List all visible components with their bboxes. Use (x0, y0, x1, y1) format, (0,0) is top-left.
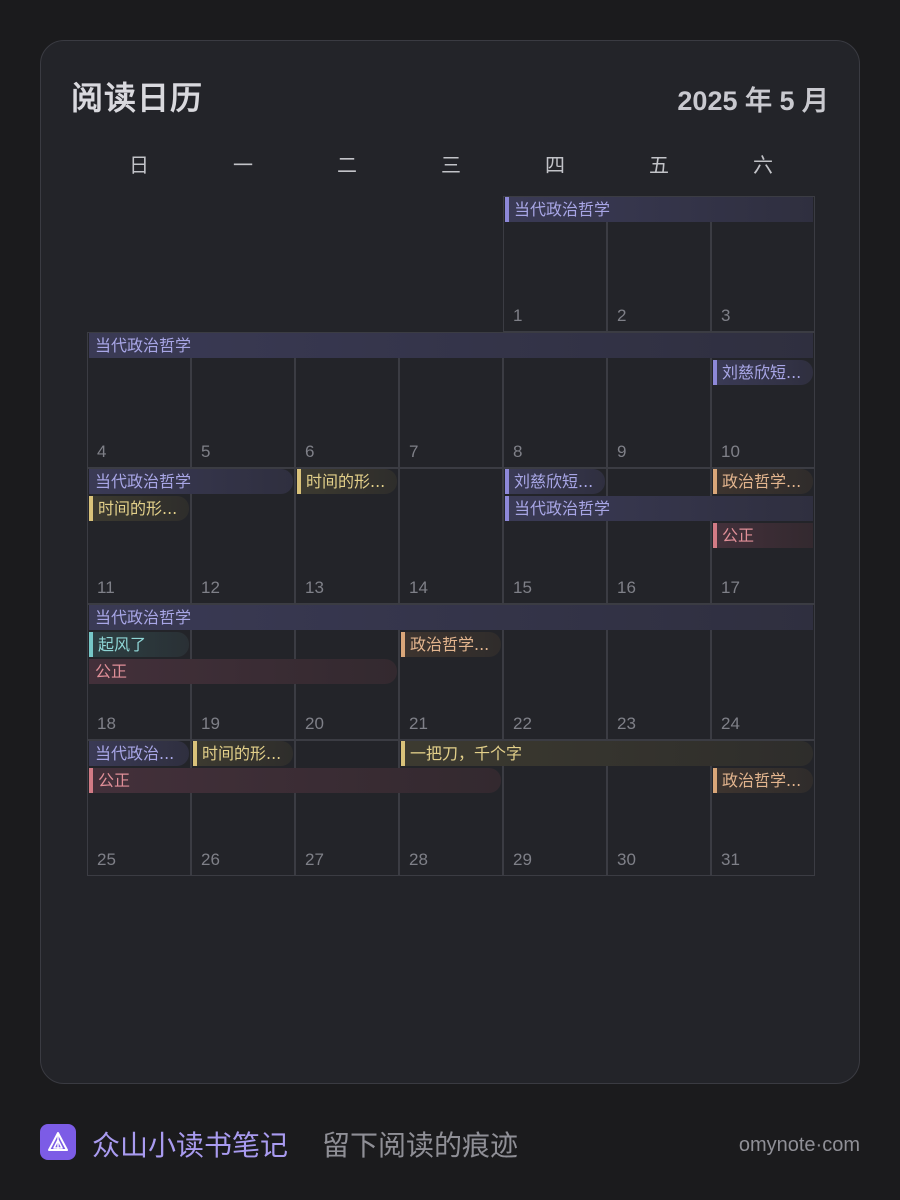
mountain-icon (40, 1124, 76, 1160)
reading-event-bar[interactable]: 当代政治... (89, 741, 189, 766)
calendar-day-cell[interactable]: 16 (607, 468, 711, 604)
reading-event-bar[interactable]: 起风了 (89, 632, 189, 657)
day-number: 6 (305, 442, 315, 461)
day-number: 16 (617, 578, 636, 597)
calendar-grid: 1 2 3 4 5 6 7 8 9 10 11 12 13 14 15 16 17 18 19 20 21 22 23 24 2… (87, 196, 815, 876)
day-number: 29 (513, 850, 532, 869)
day-number: 9 (617, 442, 627, 461)
footer-slogan: 留下阅读的痕迹 (322, 1129, 519, 1162)
day-number: 20 (305, 714, 324, 733)
day-number: 28 (409, 850, 428, 869)
day-number: 23 (617, 714, 636, 733)
weekday-label: 日 (129, 153, 149, 177)
weekday-label: 六 (753, 153, 773, 177)
reading-event-bar[interactable]: 时间的形... (297, 469, 397, 494)
day-number: 31 (721, 850, 740, 869)
day-number: 21 (409, 714, 428, 733)
day-number: 22 (513, 714, 532, 733)
day-number: 11 (97, 578, 115, 597)
reading-event-bar[interactable]: 当代政治哲学 (89, 605, 813, 630)
day-number: 27 (305, 850, 324, 869)
reading-event-bar[interactable]: 公正 (89, 768, 501, 793)
reading-event-bar[interactable]: 当代政治哲学 (89, 469, 293, 494)
footer-brand: 众山小读书笔记 (92, 1129, 289, 1162)
day-number: 5 (201, 442, 211, 461)
calendar-card: 阅读日历 2025 年 5 月 日一二三四五六 1 2 3 4 5 6 7 8 9 10 11 12 1… (40, 40, 860, 1084)
weekday-label: 四 (545, 153, 565, 177)
day-number: 10 (721, 442, 740, 461)
reading-event-bar[interactable]: 时间的形... (89, 496, 189, 521)
reading-event-bar[interactable]: 一把刀，千个字 (401, 741, 813, 766)
reading-event-bar[interactable]: 公正 (713, 523, 813, 548)
reading-event-bar[interactable]: 刘慈欣短... (713, 360, 813, 385)
calendar-month-label: 2025 年 5 月 (677, 86, 829, 116)
reading-event-bar[interactable]: 公正 (89, 659, 397, 684)
day-number: 19 (201, 714, 220, 733)
day-number: 1 (513, 306, 523, 325)
day-number: 24 (721, 714, 740, 733)
reading-event-bar[interactable]: 时间的形... (193, 741, 293, 766)
reading-event-bar[interactable]: 当代政治哲学 (505, 197, 813, 222)
day-number: 7 (409, 442, 419, 461)
weekday-label: 五 (649, 153, 669, 177)
day-number: 18 (97, 714, 116, 733)
day-number: 4 (97, 442, 107, 461)
weekday-header: 日一二三四五六 (87, 149, 815, 177)
day-number: 17 (721, 578, 740, 597)
day-number: 15 (513, 578, 532, 597)
day-number: 25 (97, 850, 116, 869)
day-number: 12 (201, 578, 220, 597)
weekday-label: 三 (441, 153, 461, 177)
day-number: 2 (617, 306, 627, 325)
reading-event-bar[interactable]: 当代政治哲学 (505, 496, 813, 521)
reading-event-bar[interactable]: 政治哲学... (713, 469, 813, 494)
reading-event-bar[interactable]: 刘慈欣短... (505, 469, 605, 494)
weekday-label: 一 (233, 153, 253, 177)
day-number: 13 (305, 578, 324, 597)
day-number: 14 (409, 578, 428, 597)
footer-url[interactable]: omynote·com (739, 1134, 860, 1157)
day-number: 30 (617, 850, 636, 869)
day-number: 3 (721, 306, 731, 325)
calendar-title: 阅读日历 (71, 79, 204, 117)
day-number: 8 (513, 442, 523, 461)
weekday-label: 二 (337, 153, 357, 177)
reading-event-bar[interactable]: 当代政治哲学 (89, 333, 813, 358)
reading-event-bar[interactable]: 政治哲学... (401, 632, 501, 657)
calendar-day-cell[interactable]: 14 (399, 468, 503, 604)
day-number: 26 (201, 850, 220, 869)
calendar-day-cell[interactable]: 27 (295, 740, 399, 876)
reading-event-bar[interactable]: 政治哲学... (713, 768, 813, 793)
